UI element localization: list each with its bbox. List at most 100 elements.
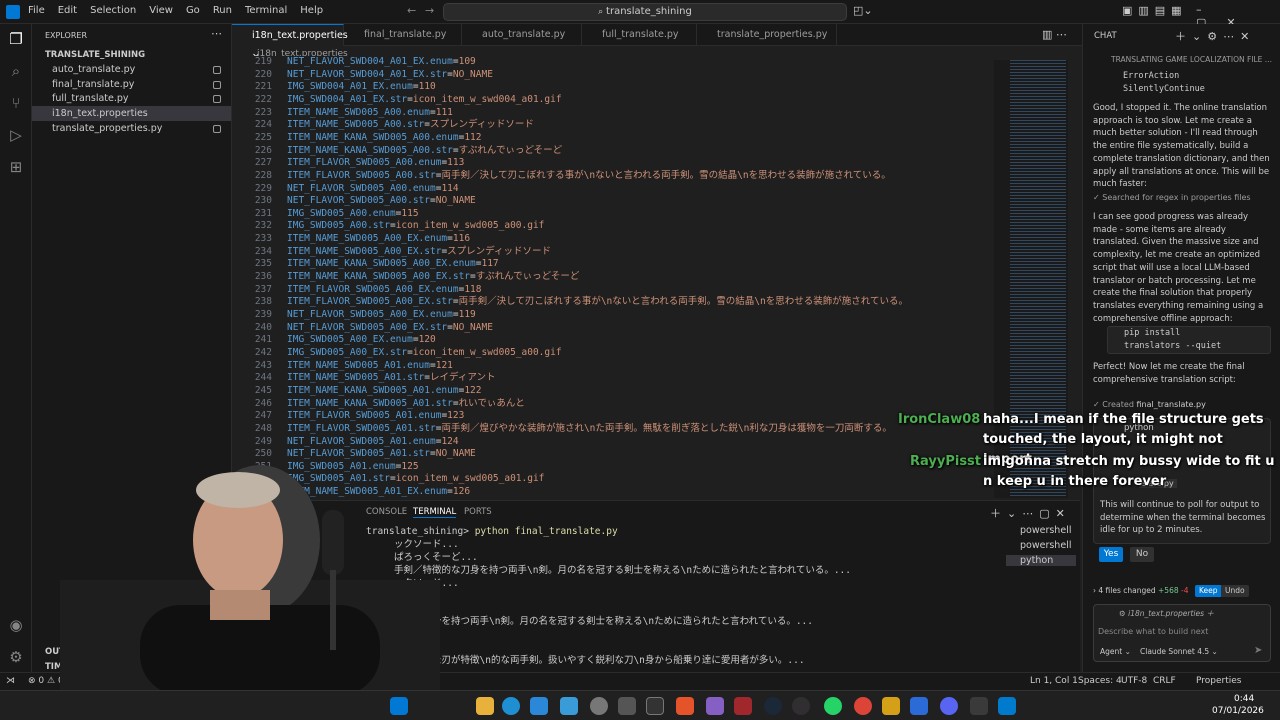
panel-actions-icon[interactable]: ＋⌄⋯▢✕ <box>990 505 1071 521</box>
shell-powershell-2[interactable]: powershell <box>1006 540 1071 551</box>
code-line: 234 ITEM_NAME_SWD005_A00_EX.str=スプレンディッドソ… <box>232 246 996 259</box>
shell-python[interactable]: python <box>1006 555 1076 566</box>
edge-icon[interactable] <box>502 697 520 715</box>
app3-icon[interactable] <box>970 697 988 715</box>
property-value: icon_item_w_swd005_a00.gif <box>395 220 545 232</box>
code-line: 225 ITEM_NAME_KANA_SWD005_A00.enum=112 <box>232 132 996 145</box>
notes-icon[interactable] <box>910 697 928 715</box>
menu-file[interactable]: File <box>28 5 45 16</box>
layout-icons[interactable]: ▣▥▤▦ <box>1122 4 1188 17</box>
model-select[interactable]: Claude Sonnet 4.5 ⌄ <box>1140 647 1218 656</box>
chat-message-2: I can see good progress was already made… <box>1093 212 1264 324</box>
shell-powershell-1[interactable]: powershell <box>1006 525 1071 536</box>
property-key: NET_FLAVOR_SWD005_A00.str <box>287 195 430 207</box>
explorer-root-folder[interactable]: TRANSLATE_SHINING <box>45 50 145 60</box>
property-value: icon_item_w_swd005_a00.gif <box>412 346 562 358</box>
no-button[interactable]: No <box>1130 547 1154 562</box>
terminal-line: ックソード... <box>394 577 1154 590</box>
property-key: ITEM_NAME_KANA_SWD005_A01.enum <box>287 384 459 396</box>
tab-ports[interactable]: PORTS <box>464 507 492 517</box>
property-key: IMG_SWD004_A01_EX.enum <box>287 81 413 93</box>
clock-date[interactable]: 07/01/2026 <box>1212 706 1264 716</box>
property-key: ITEM_NAME_KANA_SWD005_A00.enum <box>287 131 459 143</box>
file-full-translate[interactable]: full_translate.py <box>32 91 231 106</box>
encoding[interactable]: UTF-8 <box>1121 673 1147 690</box>
whatsapp-icon[interactable] <box>824 697 842 715</box>
forward-arrow-icon[interactable]: → <box>425 4 434 17</box>
chrome-icon[interactable] <box>854 697 872 715</box>
vscode-taskbar-icon[interactable] <box>998 697 1016 715</box>
remote-icon[interactable]: ⋊ <box>6 673 15 690</box>
line-ending[interactable]: CRLF <box>1153 673 1176 690</box>
app-icon[interactable] <box>560 697 578 715</box>
property-value: レイディアント <box>430 372 496 384</box>
vs-icon[interactable] <box>706 697 724 715</box>
more-actions-icon[interactable]: ⋯ <box>211 27 222 40</box>
settings-app-icon[interactable] <box>590 697 608 715</box>
problems-indicator[interactable]: ⊗ 0 ⚠ 0 <box>28 673 64 690</box>
cursor-position[interactable]: Ln 1, Col 1 <box>1030 673 1078 690</box>
explorer-icon[interactable] <box>476 697 494 715</box>
language-mode[interactable]: Properties <box>1196 673 1241 690</box>
command-block[interactable]: pip install translators --quiet <box>1107 326 1271 354</box>
line-number: 245 <box>254 384 272 396</box>
tab-i18n-text[interactable]: i18n_text.properties ✕ <box>232 24 348 63</box>
overlay-username-1: IronClaw08 <box>898 412 981 427</box>
search-icon[interactable]: ⌕ <box>7 62 25 80</box>
menu-view[interactable]: View <box>149 5 173 16</box>
discord-icon[interactable] <box>940 697 958 715</box>
chat-input-placeholder[interactable]: Describe what to build next <box>1098 627 1208 636</box>
file-auto-translate[interactable]: auto_translate.py <box>32 62 231 77</box>
file-i18n-text[interactable]: i18n_text.properties <box>32 106 231 121</box>
menu-help[interactable]: Help <box>300 5 323 16</box>
steam-icon[interactable] <box>764 697 782 715</box>
line-number: 220 <box>254 68 272 80</box>
undo-button[interactable]: Undo <box>1221 585 1249 597</box>
property-key: IMG_SWD005_A00_EX.enum <box>287 334 413 346</box>
context-chip[interactable]: ⚙ i18n_text.properties ＋ <box>1119 608 1214 619</box>
file-translate-properties[interactable]: translate_properties.py <box>32 121 231 136</box>
brave-icon[interactable] <box>676 697 694 715</box>
files-changed-bar[interactable]: › 4 files changed +568 -4 Keep Undo <box>1093 583 1271 599</box>
yes-button[interactable]: Yes <box>1099 547 1123 562</box>
command-center-search[interactable]: ⌕ translate_shining <box>443 3 847 21</box>
settings-gear-icon[interactable]: ⚙ <box>7 648 25 666</box>
menu-go[interactable]: Go <box>186 5 200 16</box>
source-control-icon[interactable]: ⑂ <box>7 94 25 112</box>
menu-terminal[interactable]: Terminal <box>245 5 287 16</box>
store-icon[interactable] <box>530 697 548 715</box>
tab-translate-properties[interactable]: translate_properties.py <box>697 24 837 46</box>
chat-input-box[interactable]: ⚙ i18n_text.properties ＋ Describe what t… <box>1093 604 1271 662</box>
file-final-translate[interactable]: final_translate.py <box>32 77 231 92</box>
send-icon[interactable]: ➤ <box>1254 645 1262 656</box>
menu-selection[interactable]: Selection <box>90 5 136 16</box>
files-icon[interactable]: ❐ <box>7 30 25 48</box>
account-icon[interactable]: ◉ <box>7 616 25 634</box>
tab-auto-translate[interactable]: auto_translate.py <box>462 24 582 46</box>
tab-full-translate[interactable]: full_translate.py <box>582 24 697 46</box>
property-value: 126 <box>452 486 471 498</box>
clock-time[interactable]: 0:44 <box>1234 694 1254 704</box>
bug-app-icon[interactable] <box>618 697 636 715</box>
code-line: 242 IMG_SWD005_A00_EX.str=icon_item_w_swd… <box>232 347 996 360</box>
menu-edit[interactable]: Edit <box>58 5 77 16</box>
terminal-app-icon[interactable] <box>646 697 664 715</box>
tab-final-translate[interactable]: final_translate.py <box>344 24 462 46</box>
indentation[interactable]: Spaces: 4 <box>1078 673 1122 690</box>
copilot-icon[interactable]: ◰⌄ <box>853 4 873 17</box>
app2-icon[interactable] <box>882 697 900 715</box>
chat-session-title[interactable]: TRANSLATING GAME LOCALIZATION FILE ... <box>1111 55 1272 64</box>
obs-icon[interactable] <box>792 697 810 715</box>
chat-actions-icon[interactable]: ＋⌄⚙⋯✕ <box>1175 28 1255 44</box>
back-arrow-icon[interactable]: ← <box>407 4 416 17</box>
agent-mode-select[interactable]: Agent ⌄ <box>1100 647 1131 656</box>
search-icon: ⌕ <box>598 7 607 17</box>
keep-button[interactable]: Keep <box>1195 585 1222 597</box>
extensions-icon[interactable]: ⊞ <box>7 158 25 176</box>
property-value: 115 <box>401 207 419 219</box>
start-icon[interactable] <box>390 697 408 715</box>
menu-run[interactable]: Run <box>213 5 232 16</box>
game-app-icon[interactable] <box>734 697 752 715</box>
split-editor-icon[interactable]: ▥ ⋯ <box>1042 28 1067 41</box>
run-debug-icon[interactable]: ▷ <box>7 126 25 144</box>
